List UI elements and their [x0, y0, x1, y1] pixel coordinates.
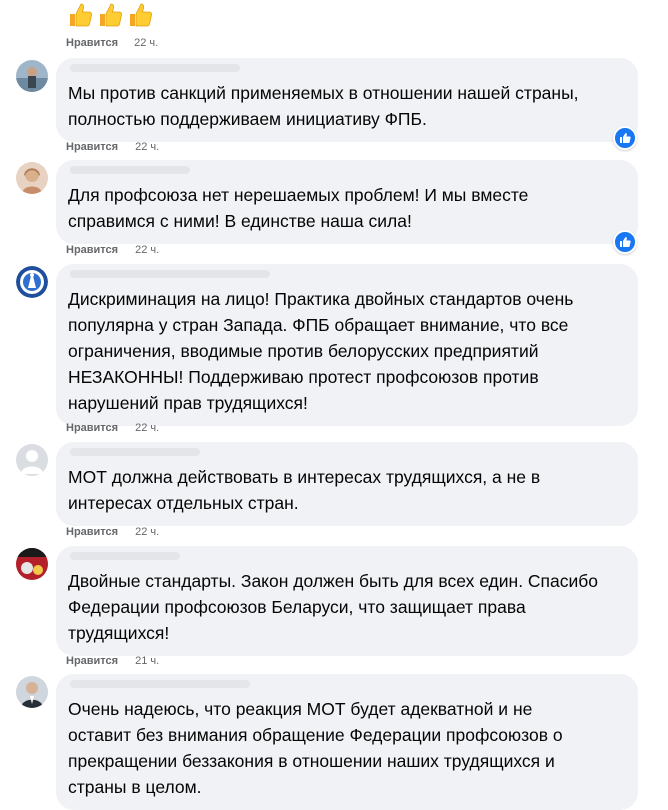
avatar[interactable]: [16, 60, 48, 92]
avatar[interactable]: [16, 676, 48, 708]
comment-bubble: МОТ должна действовать в интересах трудя…: [56, 442, 638, 526]
comment-text: Мы против санкций применяемых в отношени…: [68, 83, 579, 129]
comment-text: МОТ должна действовать в интересах трудя…: [68, 467, 541, 513]
comment-text: Для профсоюза нет нерешаемых проблем! И …: [68, 185, 529, 231]
comment-text: Очень надеюсь, что реакция МОТ будет аде…: [68, 699, 563, 797]
comment-actions: Нравится 22 ч.: [66, 526, 159, 538]
comment-time[interactable]: 22 ч.: [135, 422, 159, 434]
comment-text: Дискриминация на лицо! Практика двойных …: [68, 289, 574, 413]
avatar[interactable]: [16, 548, 48, 580]
avatar[interactable]: [16, 444, 48, 476]
author-name[interactable]: [70, 166, 190, 174]
comment-time[interactable]: 22 ч.: [135, 141, 159, 153]
thumbs-up-icon: [130, 3, 153, 27]
comment-actions: Нравится 22 ч.: [66, 141, 159, 153]
thumbs-up-icon: [70, 3, 93, 27]
like-reaction-icon[interactable]: [613, 126, 637, 150]
like-link[interactable]: Нравится: [66, 422, 118, 434]
comment-text: Двойные стандарты. Закон должен быть для…: [68, 571, 599, 643]
author-name[interactable]: [70, 270, 270, 278]
comment-time[interactable]: 21 ч.: [135, 655, 159, 667]
author-name[interactable]: [70, 680, 250, 688]
comment-bubble: Мы против санкций применяемых в отношени…: [56, 58, 638, 142]
comment-actions: Нравится 22 ч.: [66, 37, 158, 49]
author-name[interactable]: [70, 552, 180, 560]
avatar[interactable]: [16, 266, 48, 298]
like-link[interactable]: Нравится: [66, 37, 118, 49]
like-link[interactable]: Нравится: [66, 244, 118, 256]
comment-bubble: Для профсоюза нет нерешаемых проблем! И …: [56, 160, 638, 244]
author-name[interactable]: [70, 448, 200, 456]
comment-time[interactable]: 22 ч.: [134, 37, 158, 49]
comment-bubble: Дискриминация на лицо! Практика двойных …: [56, 264, 638, 426]
like-reaction-icon[interactable]: [613, 230, 637, 254]
author-name[interactable]: [70, 64, 240, 72]
comment-actions: Нравится 22 ч.: [66, 244, 159, 256]
thumbs-up-icon: [100, 3, 123, 27]
like-link[interactable]: Нравится: [66, 141, 118, 153]
comment-bubble: Двойные стандарты. Закон должен быть для…: [56, 546, 638, 656]
comment-actions: Нравится 21 ч.: [66, 655, 159, 667]
comment-actions: Нравится 22 ч.: [66, 422, 159, 434]
comment-bubble: Очень надеюсь, что реакция МОТ будет аде…: [56, 674, 638, 810]
comment-time[interactable]: 22 ч.: [135, 526, 159, 538]
comment-time[interactable]: 22 ч.: [135, 244, 159, 256]
like-link[interactable]: Нравится: [66, 655, 118, 667]
like-link[interactable]: Нравится: [66, 526, 118, 538]
emoji-row: [66, 0, 154, 30]
avatar[interactable]: [16, 162, 48, 194]
